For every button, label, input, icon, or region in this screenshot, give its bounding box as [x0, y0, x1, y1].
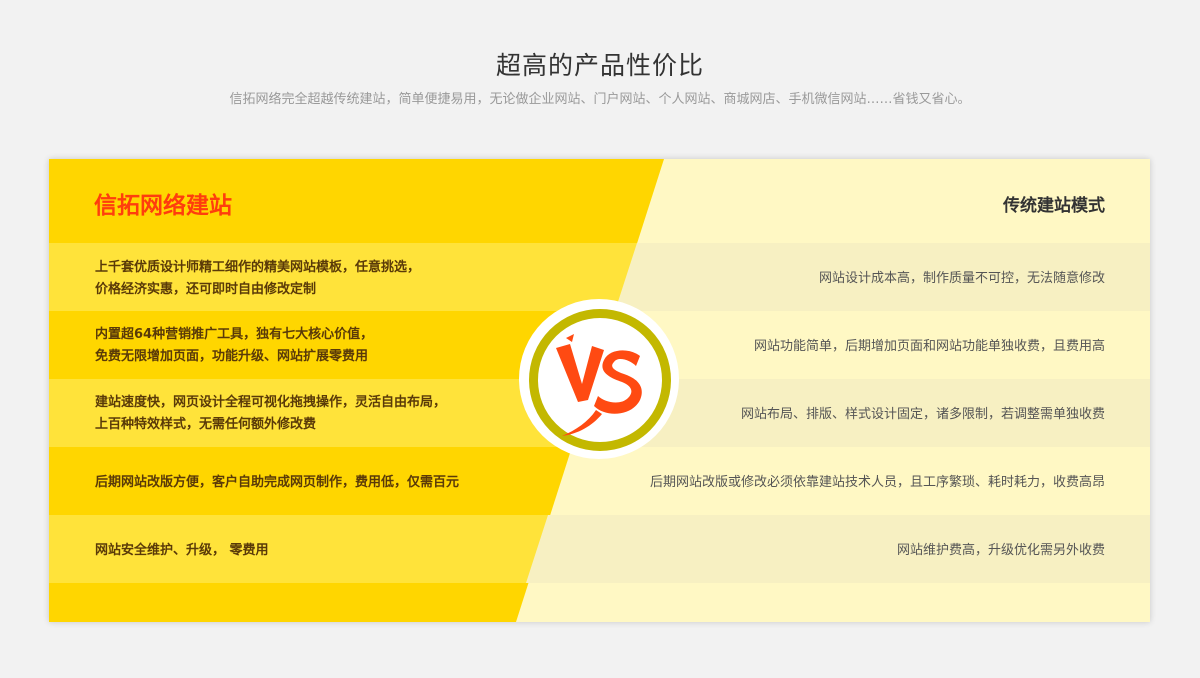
- left-item-3: 建站速度快，网页设计全程可视化拖拽操作，灵活自由布局， 上百种特效样式，无需任何…: [95, 395, 447, 432]
- left-item-5: 网站安全维护、升级， 零费用: [95, 543, 269, 558]
- right-item-5: 网站维护费高，升级优化需另外收费: [896, 543, 1105, 558]
- page-subtitle: 信拓网络完全超越传统建站，简单便捷易用，无论做企业网站、门户网站、个人网站、商城…: [229, 92, 971, 107]
- vs-text: VS: [548, 326, 550, 327]
- left-item-4: 后期网站改版方便，客户自助完成网页制作，费用低，仅需百元: [95, 475, 460, 490]
- left-item-1: 上千套优质设计师精工细作的精美网站模板，任意挑选， 价格经济实惠，还可即时自由修…: [95, 260, 421, 297]
- right-column-title: 传统建站模式: [1003, 196, 1105, 216]
- vs-icon: VS: [548, 326, 642, 436]
- left-column-title: 信拓网络建站: [94, 193, 232, 219]
- right-item-1: 网站设计成本高，制作质量不可控，无法随意修改: [818, 271, 1105, 286]
- left-item-2: 内置超64种营销推广工具，独有七大核心价值， 免费无限增加页面，功能升级、网站扩…: [95, 327, 374, 364]
- right-item-4: 后期网站改版或修改必须依靠建站技术人员，且工序繁琐、耗时耗力，收费高昂: [649, 475, 1105, 490]
- page-title: 超高的产品性价比: [495, 51, 704, 80]
